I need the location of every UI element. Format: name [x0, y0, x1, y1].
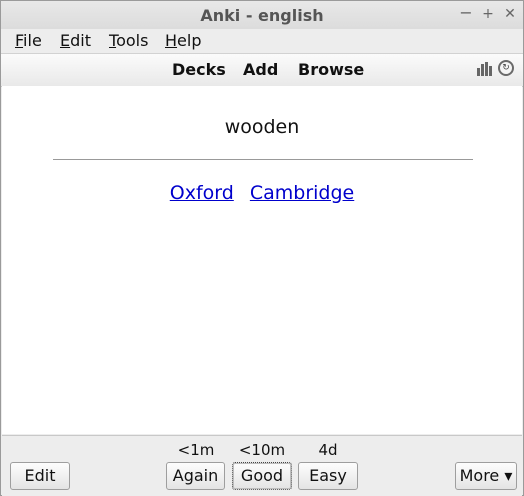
cambridge-link[interactable]: Cambridge: [250, 182, 354, 204]
card-view: wooden Oxford Cambridge: [2, 86, 522, 434]
menu-file[interactable]: File: [15, 31, 42, 50]
more-button[interactable]: More ▾: [455, 462, 517, 490]
dictionary-links: Oxford Cambridge: [2, 182, 522, 204]
menu-help[interactable]: Help: [165, 31, 201, 50]
menu-edit[interactable]: Edit: [60, 31, 91, 50]
stats-icon[interactable]: [477, 62, 492, 76]
minimize-button[interactable]: −: [457, 3, 475, 22]
good-button[interactable]: Good: [232, 462, 292, 490]
sync-icon[interactable]: ↻: [498, 60, 514, 76]
close-button[interactable]: ✕: [501, 6, 519, 22]
good-interval: <10m: [238, 441, 286, 459]
title-bar[interactable]: Anki - english − + ✕: [1, 1, 523, 30]
easy-button[interactable]: Easy: [298, 462, 358, 490]
add-link[interactable]: Add: [243, 60, 278, 79]
answer-bar: Edit <1m <10m 4d Again Good Easy More ▾: [2, 435, 522, 496]
edit-button[interactable]: Edit: [10, 462, 70, 490]
answer-divider: [53, 159, 473, 160]
menu-bar: File Edit Tools Help: [1, 29, 523, 53]
oxford-link[interactable]: Oxford: [170, 182, 234, 204]
anki-window: Anki - english − + ✕ File Edit Tools Hel…: [0, 0, 524, 496]
browse-link[interactable]: Browse: [298, 60, 364, 79]
decks-link[interactable]: Decks: [172, 60, 226, 79]
again-button[interactable]: Again: [166, 462, 225, 490]
easy-interval: 4d: [318, 441, 338, 459]
again-interval: <1m: [177, 441, 215, 459]
menu-tools[interactable]: Tools: [109, 31, 148, 50]
card-front-text: wooden: [224, 116, 300, 138]
main-toolbar: Decks Add Browse ↻: [1, 53, 523, 87]
maximize-button[interactable]: +: [479, 6, 497, 22]
window-title: Anki - english: [200, 6, 324, 25]
